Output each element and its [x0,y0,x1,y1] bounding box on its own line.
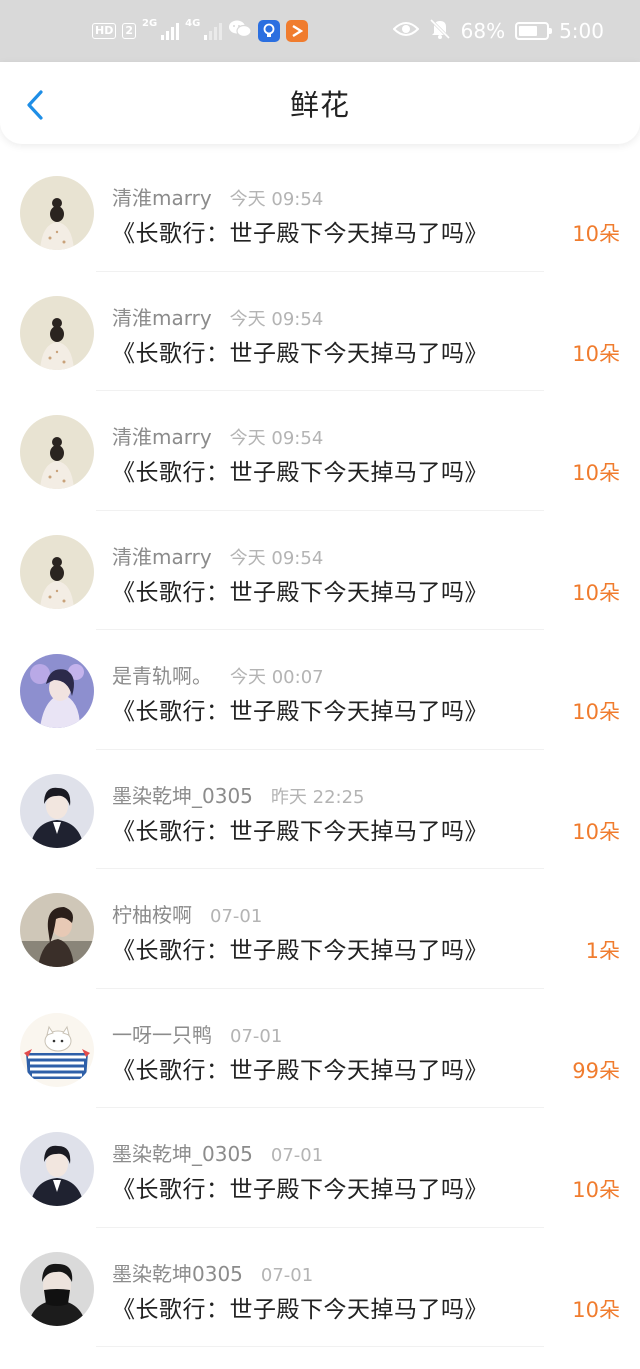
book-title[interactable]: 《长歌行：世子殿下今天掉马了吗》 [112,1051,488,1085]
chevron-left-icon [27,90,43,120]
flower-count: 10朵 [572,580,620,605]
row-meta: 清淮marry 今天 09:54 [112,302,323,331]
wechat-icon [228,19,252,44]
user-name[interactable]: 清淮marry [112,541,212,570]
status-bar: HD 2 2G 4G 68% 5:00 [0,0,640,62]
timestamp: 今天 09:54 [229,428,324,449]
user-name[interactable]: 一呀一只鸭 [112,1019,212,1048]
flower-count: 99朵 [572,1058,620,1083]
list-item-5[interactable]: 是青轨啊。 今天 00:07 《长歌行：世子殿下今天掉马了吗》 10朵 [0,630,640,750]
clock-time: 5:00 [559,19,604,43]
timestamp: 07-01 [230,1025,283,1047]
book-title[interactable]: 《长歌行：世子殿下今天掉马了吗》 [112,812,488,846]
avatar-boy-suit[interactable] [20,773,94,848]
row-meta: 墨染乾坤_0305 昨天 22:25 [112,780,365,809]
row-meta: 墨染乾坤_0305 07-01 [112,1138,323,1167]
user-name[interactable]: 清淮marry [112,302,212,331]
book-title[interactable]: 《长歌行：世子殿下今天掉马了吗》 [112,692,488,726]
sim-tag: 2 [122,23,136,39]
book-title[interactable]: 《长歌行：世子殿下今天掉马了吗》 [112,573,488,607]
battery-icon [515,22,553,40]
avatar-girl-profile[interactable] [20,893,94,967]
timestamp: 今天 09:54 [229,308,324,330]
list-item-10[interactable]: 墨染乾坤0305 07-01 《长歌行：世子殿下今天掉马了吗》 10朵 [0,1228,640,1348]
flower-count: 10朵 [572,700,620,724]
user-name[interactable]: 柠柚桉啊 [112,899,192,928]
timestamp: 今天 09:54 [229,547,324,569]
user-name[interactable]: 墨染乾坤_0305 [112,1138,253,1167]
lightbulb-app-icon [258,20,281,42]
timestamp: 07-01 [260,1264,314,1286]
user-name[interactable]: 是青轨啊。 [112,660,212,689]
battery-percent: 68% [460,19,506,43]
avatar-girl-bun[interactable] [20,176,94,250]
flower-count: 10朵 [572,819,620,844]
timestamp: 今天 00:07 [230,667,324,688]
timestamp: 07-01 [210,906,263,927]
list-item-4[interactable]: 清淮marry 今天 09:54 《长歌行：世子殿下今天掉马了吗》 10朵 [0,511,640,631]
list-item-9[interactable]: 墨染乾坤_0305 07-01 《长歌行：世子殿下今天掉马了吗》 10朵 [0,1108,640,1228]
avatar-girl-flowers[interactable] [20,654,94,728]
user-name[interactable]: 清淮marry [112,421,212,450]
timestamp: 昨天 22:25 [270,786,365,808]
row-meta: 柠柚桉啊 07-01 [112,899,262,928]
row-meta: 是青轨啊。 今天 00:07 [112,660,324,689]
book-title[interactable]: 《长歌行：世子殿下今天掉马了吗》 [112,1290,488,1324]
avatar-boy-suit[interactable] [20,1132,94,1206]
eye-icon [392,19,420,43]
flower-count: 10朵 [572,461,620,485]
signal-icon-2 [204,22,223,40]
row-meta: 清淮marry 今天 09:54 [112,541,323,570]
flower-count: 10朵 [572,222,620,246]
back-button[interactable] [18,88,52,122]
avatar-girl-bun[interactable] [20,295,94,370]
timestamp: 今天 09:54 [229,189,324,210]
play-app-icon [286,20,309,42]
nav-bar: 鲜花 [0,62,640,144]
flower-count: 10朵 [572,1297,620,1322]
signal-icon [161,22,180,40]
book-title[interactable]: 《长歌行：世子殿下今天掉马了吗》 [112,334,488,368]
battery-fill [519,26,538,36]
book-title[interactable]: 《长歌行：世子殿下今天掉马了吗》 [112,453,488,487]
row-meta: 一呀一只鸭 07-01 [112,1019,282,1048]
user-name[interactable]: 墨染乾坤0305 [112,1258,243,1287]
page-title: 鲜花 [289,88,350,122]
status-right: 68% 5:00 [392,18,604,45]
flower-list: 清淮marry 今天 09:54 《长歌行：世子殿下今天掉马了吗》 10朵 清淮… [0,152,640,1347]
flower-count: 1朵 [585,939,620,963]
row-meta: 墨染乾坤0305 07-01 [112,1258,313,1287]
book-title[interactable]: 《长歌行：世子殿下今天掉马了吗》 [112,931,488,965]
avatar-girl-bun[interactable] [20,415,94,489]
list-item-6[interactable]: 墨染乾坤_0305 昨天 22:25 《长歌行：世子殿下今天掉马了吗》 10朵 [0,750,640,870]
flower-count: 10朵 [572,1178,620,1202]
book-title[interactable]: 《长歌行：世子殿下今天掉马了吗》 [112,1170,488,1204]
network-2g-label: 2G [142,18,158,29]
user-name[interactable]: 墨染乾坤_0305 [112,780,253,809]
list-item-3[interactable]: 清淮marry 今天 09:54 《长歌行：世子殿下今天掉马了吗》 10朵 [0,391,640,511]
list-item-8[interactable]: 一呀一只鸭 07-01 《长歌行：世子殿下今天掉马了吗》 99朵 [0,989,640,1109]
flower-count: 10朵 [572,341,620,366]
bell-mute-icon [429,18,451,45]
list-item-1[interactable]: 清淮marry 今天 09:54 《长歌行：世子殿下今天掉马了吗》 10朵 [0,152,640,272]
status-left: HD 2 2G 4G [92,18,309,44]
row-meta: 清淮marry 今天 09:54 [112,421,323,450]
list-item-7[interactable]: 柠柚桉啊 07-01 《长歌行：世子殿下今天掉马了吗》 1朵 [0,869,640,989]
avatar-cartoon-cat[interactable] [20,1012,94,1087]
avatar-girl-bun[interactable] [20,534,94,609]
timestamp: 07-01 [270,1145,324,1166]
user-name[interactable]: 清淮marry [112,182,212,211]
book-title[interactable]: 《长歌行：世子殿下今天掉马了吗》 [112,214,488,248]
row-meta: 清淮marry 今天 09:54 [112,182,323,211]
list-item-2[interactable]: 清淮marry 今天 09:54 《长歌行：世子殿下今天掉马了吗》 10朵 [0,272,640,392]
hd-tag: HD [92,23,117,39]
network-4g-label: 4G [185,18,201,29]
avatar-boy-mask[interactable] [20,1251,94,1326]
